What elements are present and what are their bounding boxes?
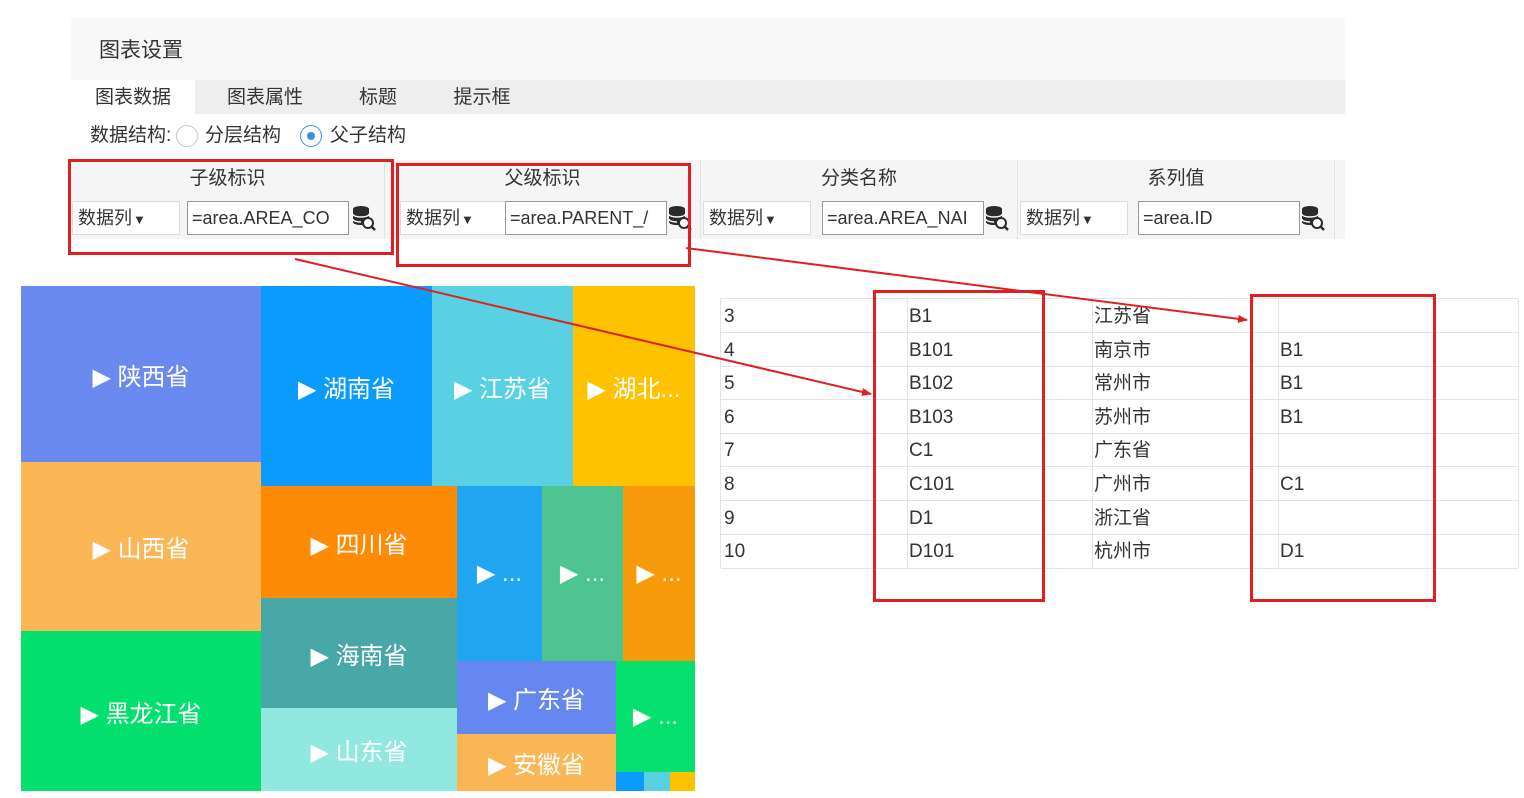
panel-title: 图表设置 [99,39,183,62]
radio-hierarchical-label[interactable]: 分层结构 [205,122,281,150]
column-header-extra [1335,160,1345,197]
table-cell: 7 [724,440,735,462]
treemap-tile[interactable]: ▶ 广东省 [457,661,616,734]
highlight-child-id-column [68,159,394,255]
database-search-icon[interactable] [1301,205,1325,231]
table-cell: 广州市 [1094,474,1152,495]
formula-input-category-name[interactable]: =area.AREA_NAI [822,201,984,235]
database-search-icon[interactable] [985,205,1009,231]
radio-hierarchical[interactable] [176,125,198,147]
highlight-parent-column [1250,294,1436,602]
column-row-extra [1335,197,1345,239]
type-dropdown-series-value[interactable]: 数据列▼ [1020,201,1128,235]
chart-settings-header: 图表设置 [71,18,1345,80]
treemap-tile[interactable]: ▶ 湖南省 [261,286,432,486]
column-row-series-value: 数据列▼ =area.ID [1018,197,1335,239]
table-cell: 3 [724,306,735,327]
treemap-tile[interactable]: ▶ ... [542,486,623,661]
table-cell: 广东省 [1094,440,1152,462]
treemap-tile[interactable]: ▶ 山西省 [21,462,261,631]
column-header-series-value: 系列值 [1018,160,1335,197]
radio-parent-child-label[interactable]: 父子结构 [330,122,406,150]
tab-tooltip[interactable]: 提示框 [439,80,525,114]
table-cell: 9 [724,507,735,529]
highlight-code-column [873,290,1045,602]
radio-parent-child[interactable] [300,125,322,147]
treemap-tile[interactable]: ▶ ... [457,486,542,661]
treemap-tile[interactable]: ▶ 四川省 [261,486,457,598]
table-cell: 5 [724,373,735,395]
table-cell: 江苏省 [1094,306,1152,327]
column-header-category-name: 分类名称 [701,160,1018,197]
table-cell: 常州市 [1094,373,1152,395]
treemap-tile[interactable]: ▶ 安徽省 [457,734,616,791]
column-row-category-name: 数据列▼ =area.AREA_NAI [701,197,1018,239]
table-cell: 4 [724,339,735,361]
treemap-tile[interactable]: ▶ 湖北... [573,286,695,486]
table-cell: 10 [724,541,746,563]
treemap-tile[interactable]: ▶ ... [623,486,695,661]
formula-input-series-value[interactable]: =area.ID [1138,201,1300,235]
table-cell: 浙江省 [1094,507,1152,529]
treemap-tile[interactable] [644,772,670,791]
highlight-parent-id-column [396,163,691,267]
settings-tabbar: 图表数据 图表属性 标题 提示框 [71,80,1345,114]
tab-title[interactable]: 标题 [341,80,415,114]
data-structure-label: 数据结构: [90,125,172,146]
table-cell: 南京市 [1094,339,1152,361]
tab-chart-properties[interactable]: 图表属性 [201,80,329,114]
tab-chart-data[interactable]: 图表数据 [71,80,195,114]
table-cell: 杭州市 [1094,541,1152,563]
treemap-tile[interactable]: ▶ 山东省 [261,708,457,791]
table-cell: 8 [724,474,735,495]
type-dropdown-category-name[interactable]: 数据列▼ [703,201,811,235]
treemap-tile[interactable]: ▶ 陕西省 [21,286,261,462]
treemap-tile[interactable]: ▶ 黑龙江省 [21,631,261,791]
treemap-tile[interactable]: ▶ 海南省 [261,598,457,708]
table-cell: 6 [724,406,735,428]
treemap-tile[interactable] [616,772,644,791]
table-cell: 苏州市 [1094,406,1152,428]
treemap-tile[interactable] [670,772,695,791]
treemap-tile[interactable]: ▶ 江苏省 [432,286,573,486]
treemap-tile[interactable]: ▶ ... [616,661,695,772]
